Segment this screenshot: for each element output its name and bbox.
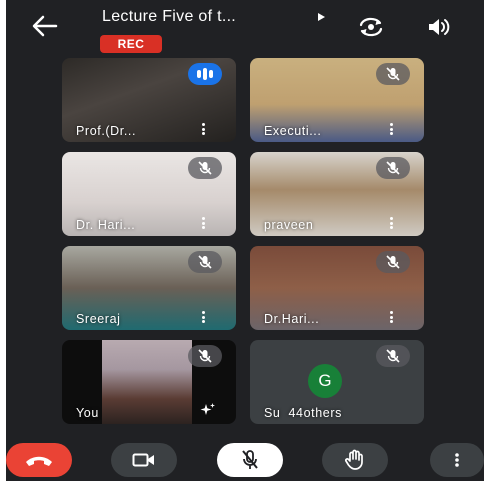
more-vert-icon[interactable] — [390, 122, 394, 136]
others-text: others — [303, 406, 342, 420]
raise-hand-icon — [345, 449, 363, 470]
others-count: 44 — [288, 406, 304, 420]
participant-tile[interactable]: Prof.(Dr... — [62, 58, 236, 142]
participant-tile[interactable]: Dr. Hari... — [62, 152, 236, 236]
mic-off-icon — [188, 345, 222, 367]
mic-off-icon — [188, 157, 222, 179]
sparkle-effects-icon[interactable] — [200, 402, 216, 418]
mic-off-icon — [242, 450, 258, 469]
participant-name: Prof.(Dr... — [76, 124, 137, 138]
mic-off-icon — [376, 251, 410, 273]
mic-off-icon — [376, 157, 410, 179]
meeting-title[interactable]: Lecture Five of t... — [102, 8, 236, 26]
top-bar: Lecture Five of t... REC — [6, 0, 484, 56]
mic-off-icon — [376, 345, 410, 367]
participant-name: Dr.Hari... — [264, 312, 320, 326]
more-vert-icon[interactable] — [202, 122, 206, 136]
participant-tile[interactable]: Dr.Hari... — [250, 246, 424, 330]
others-label: Su 44others — [264, 406, 342, 420]
mic-off-icon — [376, 63, 410, 85]
more-vert-icon[interactable] — [202, 216, 206, 230]
raise-hand-button[interactable] — [322, 443, 388, 477]
mic-toggle-button[interactable] — [217, 443, 283, 477]
self-view-tile[interactable]: You — [62, 340, 236, 424]
others-name-prefix: Su — [264, 406, 281, 420]
more-options-button[interactable] — [430, 443, 484, 477]
play-arrow-icon[interactable] — [318, 13, 325, 21]
call-controls — [6, 432, 484, 481]
participant-tile[interactable]: praveen — [250, 152, 424, 236]
videocam-icon — [132, 453, 154, 467]
others-tile[interactable]: G Su 44others — [250, 340, 424, 424]
participant-tile[interactable]: Sreeraj — [62, 246, 236, 330]
participant-name: Executi... — [264, 124, 322, 138]
participant-name: You — [76, 406, 99, 420]
switch-camera-icon[interactable] — [356, 14, 386, 40]
hangup-button[interactable] — [6, 443, 72, 477]
meet-screen: Lecture Five of t... REC Prof.(Dr... Exe… — [6, 0, 484, 481]
more-vert-icon — [455, 453, 459, 467]
participant-tile[interactable]: Executi... — [250, 58, 424, 142]
recording-badge: REC — [100, 35, 162, 53]
mic-off-icon — [188, 251, 222, 273]
camera-button[interactable] — [111, 443, 177, 477]
call-end-icon — [26, 456, 52, 466]
more-vert-icon[interactable] — [390, 310, 394, 324]
self-video — [102, 340, 192, 424]
avatar: G — [308, 364, 342, 398]
more-vert-icon[interactable] — [202, 310, 206, 324]
participant-name: praveen — [264, 218, 314, 232]
arrow-left-icon[interactable] — [30, 14, 58, 38]
speaker-icon[interactable] — [426, 15, 452, 39]
speaking-indicator-icon — [188, 63, 222, 85]
more-vert-icon[interactable] — [390, 216, 394, 230]
participant-name: Dr. Hari... — [76, 218, 136, 232]
participant-name: Sreeraj — [76, 312, 121, 326]
